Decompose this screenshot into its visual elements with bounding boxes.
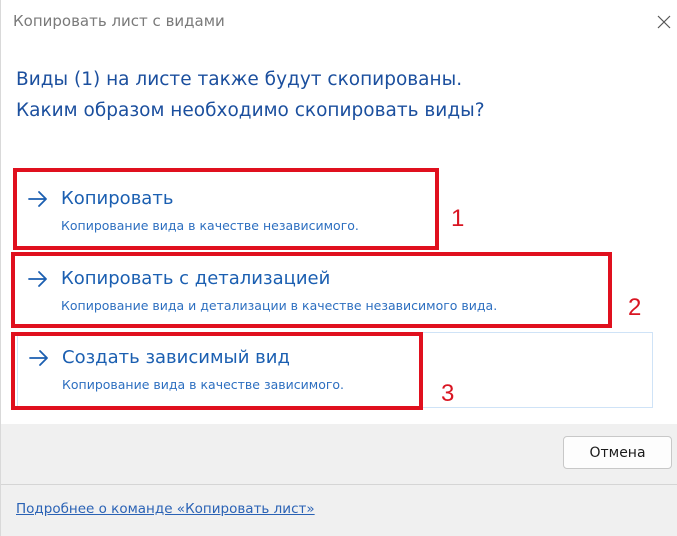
- option-description: Копирование вида и детализации в качеств…: [61, 298, 498, 313]
- copy-sheet-dialog: Копировать лист с видами Виды (1) на лис…: [0, 0, 677, 536]
- option-copy[interactable]: Копировать Копирование вида в качестве н…: [17, 184, 653, 244]
- arrow-right-icon: [28, 271, 47, 287]
- annotation-number-1: 1: [451, 205, 465, 232]
- option-description: Копирование вида в качестве независимого…: [61, 218, 359, 233]
- help-link[interactable]: Подробнее о команде «Копировать лист»: [16, 501, 315, 517]
- cancel-button[interactable]: Отмена: [563, 436, 672, 469]
- close-icon: [657, 15, 671, 29]
- annotation-number-2: 2: [628, 294, 642, 321]
- arrow-right-icon: [28, 191, 47, 207]
- option-title: Копировать с детализацией: [61, 268, 331, 289]
- option-title: Создать зависимый вид: [62, 347, 290, 368]
- arrow-right-icon: [29, 350, 48, 366]
- footer-divider: [1, 484, 677, 485]
- annotation-number-3: 3: [441, 380, 455, 407]
- option-description: Копирование вида в качестве зависимого.: [62, 377, 345, 392]
- option-create-dependent[interactable]: Создать зависимый вид Копирование вида в…: [17, 332, 653, 408]
- option-copy-with-detailing[interactable]: Копировать с детализацией Копирование ви…: [17, 264, 653, 324]
- instruction-line-2: Каким образом необходимо скопировать вид…: [16, 100, 485, 121]
- close-button[interactable]: [651, 9, 677, 35]
- main-instruction: Виды (1) на листе также будут скопирован…: [16, 64, 485, 126]
- option-title: Копировать: [61, 188, 174, 209]
- instruction-line-1: Виды (1) на листе также будут скопирован…: [16, 69, 463, 90]
- window-title: Копировать лист с видами: [13, 12, 225, 30]
- title-bar: Копировать лист с видами: [1, 0, 677, 44]
